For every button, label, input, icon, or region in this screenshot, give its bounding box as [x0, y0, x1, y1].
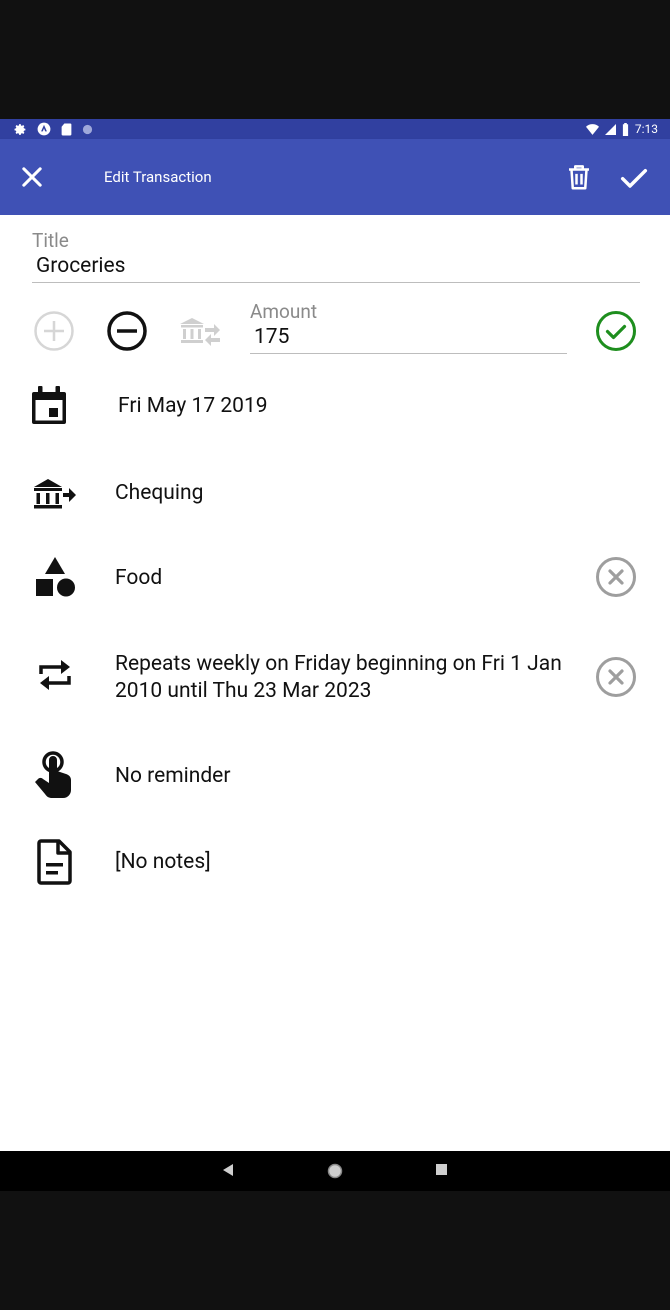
transaction-form: Title Groceries Amount 175 Fri May 17 20…	[0, 215, 670, 1151]
repeat-icon	[39, 660, 71, 690]
amount-input[interactable]: 175	[250, 324, 567, 350]
wifi-icon	[585, 123, 599, 135]
title-label: Title	[32, 229, 69, 252]
signal-icon	[604, 123, 616, 135]
status-system: 7:13	[585, 119, 658, 139]
dot-notification-icon	[82, 124, 93, 134]
sd-card-icon	[61, 123, 72, 135]
recent-apps-icon[interactable]	[436, 1164, 447, 1175]
reminder-value: No reminder	[115, 764, 231, 788]
app-bar: Edit Transaction	[0, 139, 670, 215]
notes-value: [No notes]	[115, 850, 211, 874]
file-document-icon	[37, 839, 72, 885]
date-row[interactable]: Fri May 17 2019	[0, 385, 670, 429]
account-row[interactable]: Chequing	[0, 472, 670, 516]
touch-icon	[35, 751, 71, 798]
check-icon[interactable]	[618, 162, 650, 194]
status-bar: 7:13	[0, 119, 670, 139]
category-value: Food	[115, 566, 163, 590]
notes-row[interactable]: [No notes]	[0, 837, 670, 887]
shapes-icon	[36, 557, 75, 597]
account-value: Chequing	[115, 481, 204, 505]
bank-out-icon	[34, 479, 76, 509]
reminder-row[interactable]: No reminder	[0, 749, 670, 801]
calendar-icon	[32, 386, 66, 424]
status-notifications	[14, 121, 93, 137]
minus-circle-icon[interactable]	[106, 310, 148, 352]
back-icon[interactable]	[222, 1163, 234, 1177]
amount-label: Amount	[250, 300, 318, 323]
confirm-amount-icon[interactable]	[595, 310, 637, 352]
title-input[interactable]: Groceries	[32, 253, 640, 279]
plus-circle-icon[interactable]	[33, 310, 75, 352]
device-screen: 7:13 Edit Transaction Title Groceries Am…	[0, 0, 670, 1310]
trash-icon[interactable]	[564, 162, 594, 192]
app-notification-icon	[37, 122, 51, 136]
repeat-value: Repeats weekly on Friday beginning on Fr…	[115, 652, 562, 703]
date-value: Fri May 17 2019	[118, 394, 268, 418]
bank-transfer-icon[interactable]	[178, 310, 220, 352]
navigation-bar	[0, 1151, 670, 1191]
status-time: 7:13	[634, 122, 658, 136]
amount-field[interactable]: Amount 175	[250, 300, 567, 354]
clear-repeat-icon[interactable]	[595, 656, 637, 698]
repeat-row[interactable]: Repeats weekly on Friday beginning on Fr…	[0, 649, 670, 709]
battery-icon	[622, 122, 628, 136]
title-field[interactable]: Title Groceries	[32, 229, 640, 283]
clear-category-icon[interactable]	[595, 556, 637, 598]
page-title: Edit Transaction	[104, 168, 212, 186]
home-icon[interactable]	[327, 1163, 343, 1179]
settings-notification-icon	[14, 123, 26, 135]
category-row[interactable]: Food	[0, 555, 670, 605]
close-icon[interactable]	[18, 163, 46, 191]
